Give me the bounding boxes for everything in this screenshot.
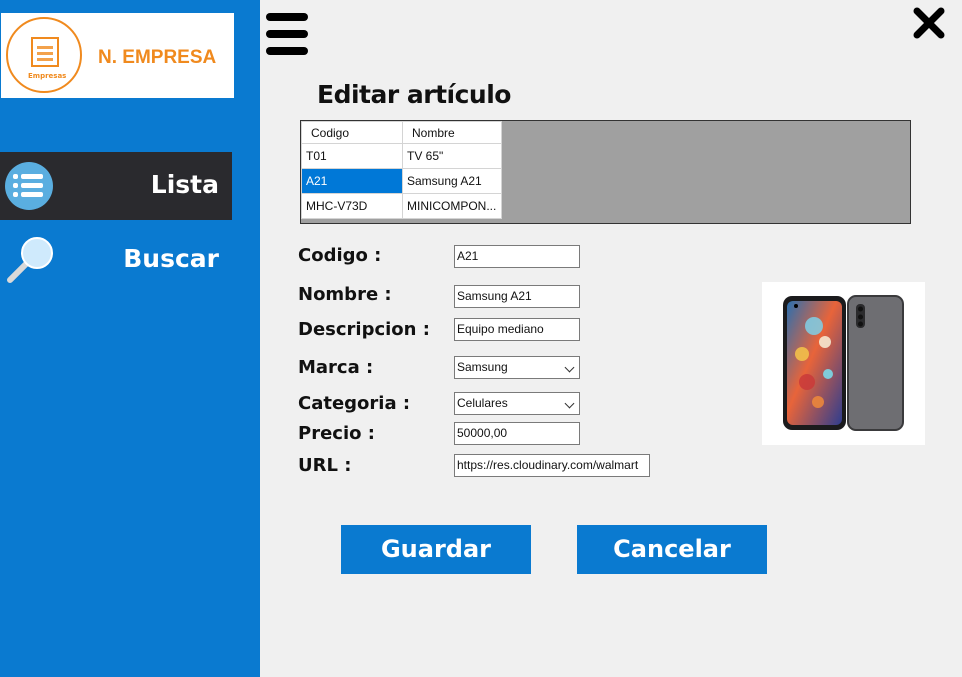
chevron-down-icon[interactable] <box>564 398 575 409</box>
sidebar-item-buscar[interactable]: Buscar <box>0 226 232 294</box>
marca-selected-value: Samsung <box>457 360 508 374</box>
sidebar-item-label: Buscar <box>123 244 219 273</box>
page-title: Editar artículo <box>317 80 511 109</box>
magnifier-icon <box>7 237 53 283</box>
chevron-down-icon[interactable] <box>564 362 575 373</box>
cell-codigo[interactable]: A21 <box>301 168 403 194</box>
table-row-selected[interactable]: A21 Samsung A21 <box>301 168 502 194</box>
marca-label: Marca : <box>298 357 374 378</box>
logo-caption: Empresas <box>28 72 67 80</box>
marca-select[interactable]: Samsung <box>454 356 580 379</box>
url-label: URL : <box>298 455 352 476</box>
table-row[interactable]: MHC-V73D MINICOMPON... <box>301 193 502 219</box>
cell-nombre[interactable]: Samsung A21 <box>402 168 502 194</box>
categoria-selected-value: Celulares <box>457 396 508 410</box>
categoria-label: Categoria : <box>298 393 411 414</box>
column-header-nombre[interactable]: Nombre <box>402 121 502 144</box>
cell-codigo[interactable]: T01 <box>301 143 403 169</box>
company-logo: Empresas N. EMPRESA <box>1 13 234 98</box>
table-row[interactable]: T01 TV 65" <box>301 143 502 169</box>
logo-emblem: Empresas <box>6 17 82 93</box>
sidebar-item-label: Lista <box>150 170 219 199</box>
url-field[interactable]: https://res.cloudinary.com/walmart <box>454 454 650 477</box>
codigo-label: Codigo : <box>298 245 382 266</box>
product-phone-image <box>762 282 925 445</box>
cancel-button[interactable]: Cancelar <box>577 525 767 574</box>
sidebar: Empresas N. EMPRESA Lista Buscar <box>0 0 260 677</box>
articles-grid[interactable]: Codigo Nombre T01 TV 65" A21 Samsung A21… <box>300 120 911 224</box>
column-header-codigo[interactable]: Codigo <box>301 121 403 144</box>
cell-nombre[interactable]: TV 65" <box>402 143 502 169</box>
nombre-label: Nombre : <box>298 284 392 305</box>
hamburger-menu-button[interactable] <box>266 13 308 57</box>
descripcion-label: Descripcion : <box>298 319 430 340</box>
save-button[interactable]: Guardar <box>341 525 531 574</box>
precio-label: Precio : <box>298 423 375 444</box>
categoria-select[interactable]: Celulares <box>454 392 580 415</box>
descripcion-field[interactable]: Equipo mediano <box>454 318 580 341</box>
list-icon <box>5 162 53 210</box>
close-icon[interactable] <box>912 6 946 40</box>
precio-field[interactable]: 50000,00 <box>454 422 580 445</box>
codigo-field[interactable]: A21 <box>454 245 580 268</box>
building-icon <box>31 37 59 67</box>
cell-nombre[interactable]: MINICOMPON... <box>402 193 502 219</box>
sidebar-item-lista[interactable]: Lista <box>0 152 232 220</box>
nombre-field[interactable]: Samsung A21 <box>454 285 580 308</box>
company-name: N. EMPRESA <box>98 47 217 68</box>
cell-codigo[interactable]: MHC-V73D <box>301 193 403 219</box>
